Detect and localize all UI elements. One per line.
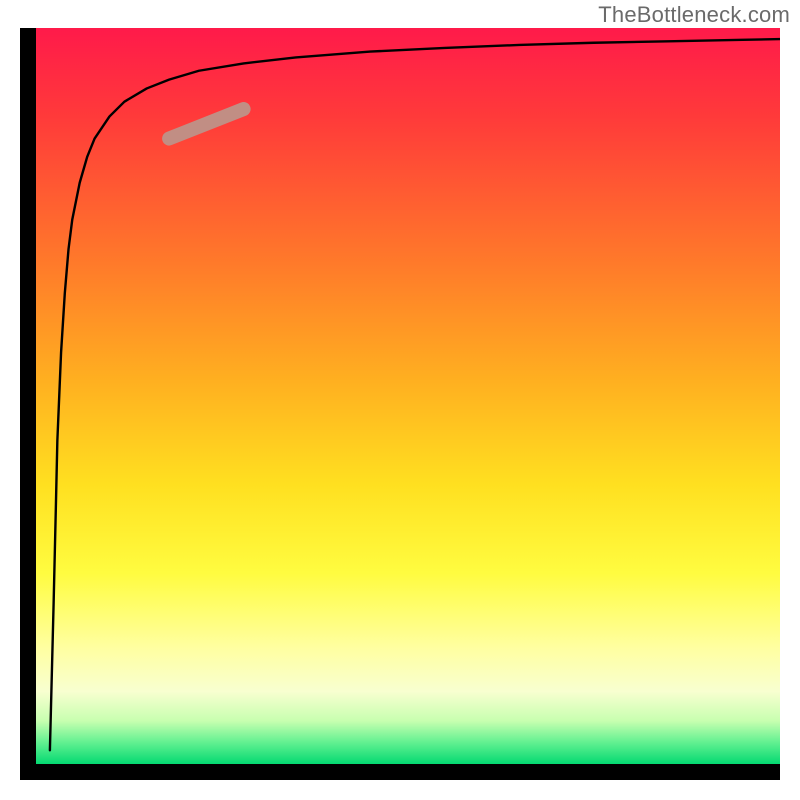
watermark-text: TheBottleneck.com <box>598 2 790 28</box>
chart-background-gradient <box>35 28 780 765</box>
chart-root: TheBottleneck.com <box>0 0 800 800</box>
plot-frame <box>20 28 780 780</box>
